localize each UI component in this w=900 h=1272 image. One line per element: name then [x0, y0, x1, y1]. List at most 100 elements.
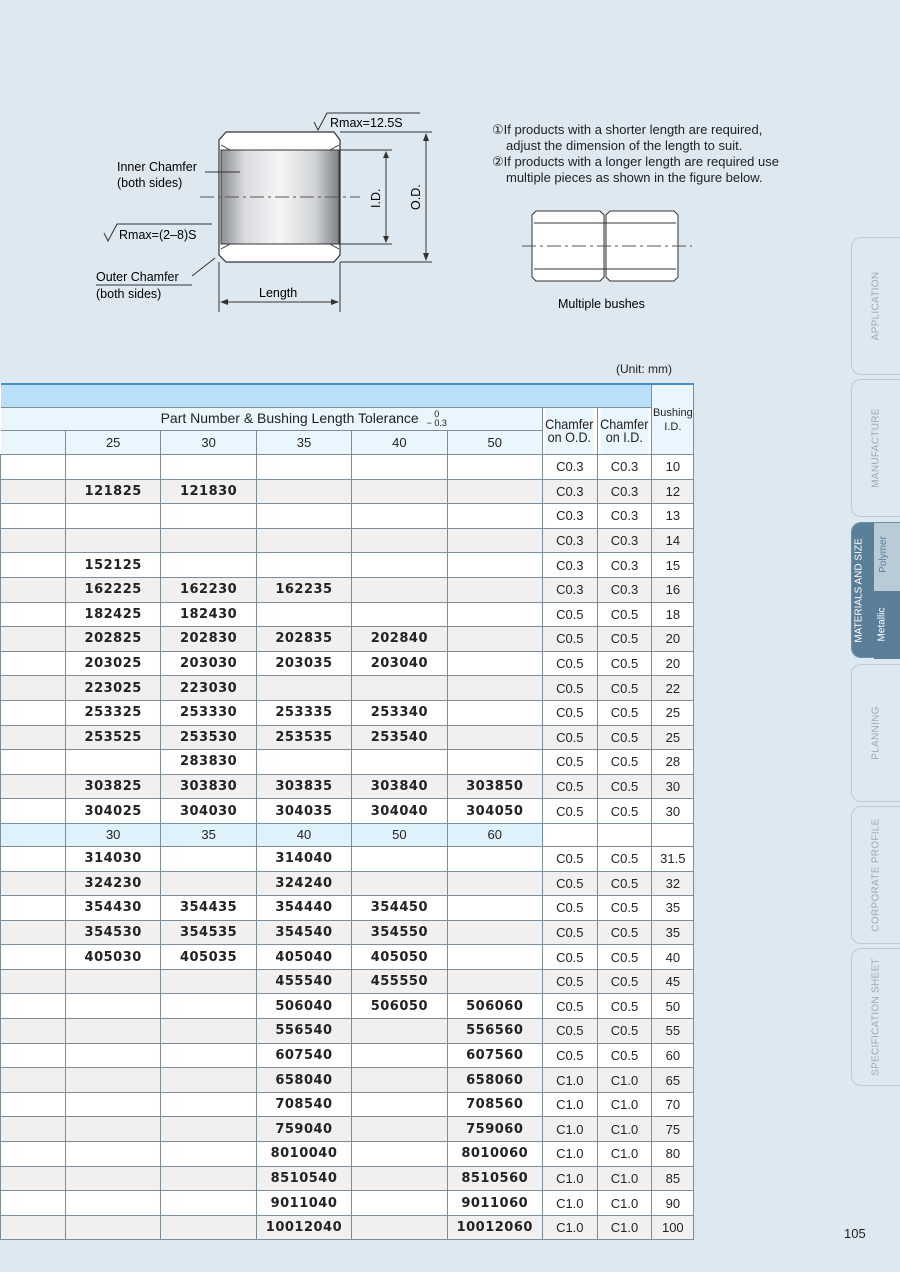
part-number-cell: [351, 552, 448, 578]
chamfer-od-cell: C1.0: [541, 1067, 598, 1093]
chamfer-od-cell: C0.3: [541, 454, 598, 480]
chamfer-od-cell: C0.3: [541, 478, 598, 505]
part-number-cell: [160, 527, 257, 554]
part-number-cell: [64, 527, 162, 554]
part-number-cell: [64, 1190, 162, 1216]
part-number-cell: [446, 576, 543, 603]
part-number-cell: 708540: [255, 1091, 353, 1118]
part-number-cell: [255, 527, 353, 554]
bushing-id-cell: 40: [651, 944, 695, 970]
tab-specification-sheet[interactable]: SPECIFICATION SHEET: [851, 948, 900, 1086]
chamfer-od-cell: C0.3: [541, 527, 598, 554]
chamfer-id-cell: C0.5: [596, 798, 653, 824]
table-row: 607540 607560 C0.5 C0.5 60: [0, 1042, 695, 1069]
chamfer-id-cell: C0.3: [596, 552, 653, 578]
inner-chamfer-label: Inner Chamfer: [117, 160, 197, 174]
part-number-cell: 354450: [351, 895, 448, 921]
bushing-id-cell: 20: [651, 626, 695, 652]
bushing-id-cell: 20: [651, 650, 695, 677]
chamfer-od-cell: C0.3: [541, 576, 598, 603]
part-number-cell: [255, 478, 353, 505]
part-number-cell: 759060: [446, 1116, 543, 1143]
bushing-id-cell: 18: [651, 601, 695, 628]
part-number-cell: 202830: [160, 626, 257, 652]
part-number-cell: 203025: [64, 650, 162, 677]
part-number-cell: 10012060: [446, 1214, 543, 1241]
note-1: ①If products with a shorter length are r…: [492, 122, 763, 137]
bushing-id-cell: 25: [651, 699, 695, 726]
part-number-cell: 708560: [446, 1091, 543, 1118]
row-spacer: [0, 576, 66, 603]
chamfer-od-cell: C0.5: [541, 675, 598, 701]
part-number-cell: [446, 650, 543, 677]
bushing-id-header: Bushing I.D.: [651, 383, 695, 455]
part-number-cell: 304025: [64, 798, 162, 824]
chamfer-od-cell: C0.5: [541, 724, 598, 751]
row-spacer: [0, 1042, 66, 1069]
part-number-cell: [446, 870, 543, 897]
part-number-cell: [160, 1042, 257, 1069]
tab-planning[interactable]: PLANNING: [851, 664, 900, 802]
note-2: ②If products with a longer length are re…: [492, 154, 779, 169]
length-header-a: 50: [446, 430, 543, 455]
length-header-a: 25: [64, 430, 162, 455]
chamfer-od-header: Chamfer on O.D.: [544, 407, 595, 455]
table-row: 324230 324240 C0.5 C0.5 32: [0, 870, 695, 897]
tab-polymer-label[interactable]: Polymer: [878, 536, 889, 573]
part-number-cell: [446, 503, 543, 529]
part-number-cell: 405030: [64, 944, 162, 970]
part-number-cell: [351, 1141, 448, 1167]
tab-application[interactable]: APPLICATION: [851, 237, 900, 375]
chamfer-od-cell: C0.5: [541, 1018, 598, 1044]
part-number-cell: [160, 1214, 257, 1241]
chamfer-od-cell: C0.5: [541, 749, 598, 775]
chamfer-od-cell: C0.5: [541, 650, 598, 677]
row-spacer: [0, 968, 66, 995]
part-number-cell: 202835: [255, 626, 353, 652]
tab-corporate-profile[interactable]: CORPORATE PROFILE: [851, 806, 900, 944]
table-row: 223025 223030 C0.5 C0.5 22: [0, 675, 695, 701]
part-number-cell: [64, 1141, 162, 1167]
bushing-id-cell: 25: [651, 724, 695, 751]
tab-metallic-label[interactable]: Metallic: [876, 608, 887, 642]
chamfer-id-cell: C0.5: [596, 968, 653, 995]
part-number-cell: 9011060: [446, 1190, 543, 1216]
part-number-cell: [351, 1067, 448, 1093]
part-number-cell: 8510560: [446, 1165, 543, 1192]
part-number-cell: 253530: [160, 724, 257, 751]
part-number-cell: [351, 675, 448, 701]
part-number-cell: 10012040: [255, 1214, 353, 1241]
page-number: 105: [844, 1226, 866, 1241]
empty-cell: [596, 822, 653, 847]
row-spacer: [0, 699, 66, 726]
part-number-cell: [255, 454, 353, 480]
part-number-cell: [446, 626, 543, 652]
table-row: 658040 658060 C1.0 C1.0 65: [0, 1067, 695, 1093]
chamfer-od-cell: C0.5: [541, 601, 598, 628]
bushing-id-cell: 16: [651, 576, 695, 603]
part-number-cell: 354550: [351, 919, 448, 946]
chamfer-id-cell: C0.5: [596, 601, 653, 628]
part-number-cell: [446, 845, 543, 872]
chamfer-id-cell: C1.0: [596, 1091, 653, 1118]
row-spacer: [0, 822, 66, 847]
chamfer-od-cell: C0.5: [541, 919, 598, 946]
tab-application-label: APPLICATION: [870, 271, 882, 341]
tab-materials-and-size[interactable]: MATERIALS AND SIZE Polymer Metallic: [851, 522, 900, 659]
chamfer-id-cell: C0.5: [596, 845, 653, 872]
part-number-cell: [351, 1190, 448, 1216]
part-number-header: Part Number & Bushing Length Tolerance 0…: [65, 407, 543, 431]
rmax-top-label: Rmax=12.5S: [330, 116, 403, 130]
tab-corporate-label: CORPORATE PROFILE: [870, 818, 882, 932]
chamfer-id-cell: C0.5: [596, 699, 653, 726]
chamfer-od-cell: C0.5: [541, 944, 598, 970]
part-number-cell: 303840: [351, 773, 448, 800]
length-label: Length: [259, 286, 297, 300]
part-number-cell: [64, 454, 162, 480]
bushing-id-header-line2: I.D.: [664, 420, 682, 433]
tab-manufacture[interactable]: MANUFACTURE: [851, 379, 900, 517]
chamfer-id-cell: C1.0: [596, 1141, 653, 1167]
chamfer-id-cell: C1.0: [596, 1165, 653, 1192]
table-row: 556540 556560 C0.5 C0.5 55: [0, 1018, 695, 1044]
multiple-bushes-figure: Multiple bushes: [522, 210, 692, 311]
